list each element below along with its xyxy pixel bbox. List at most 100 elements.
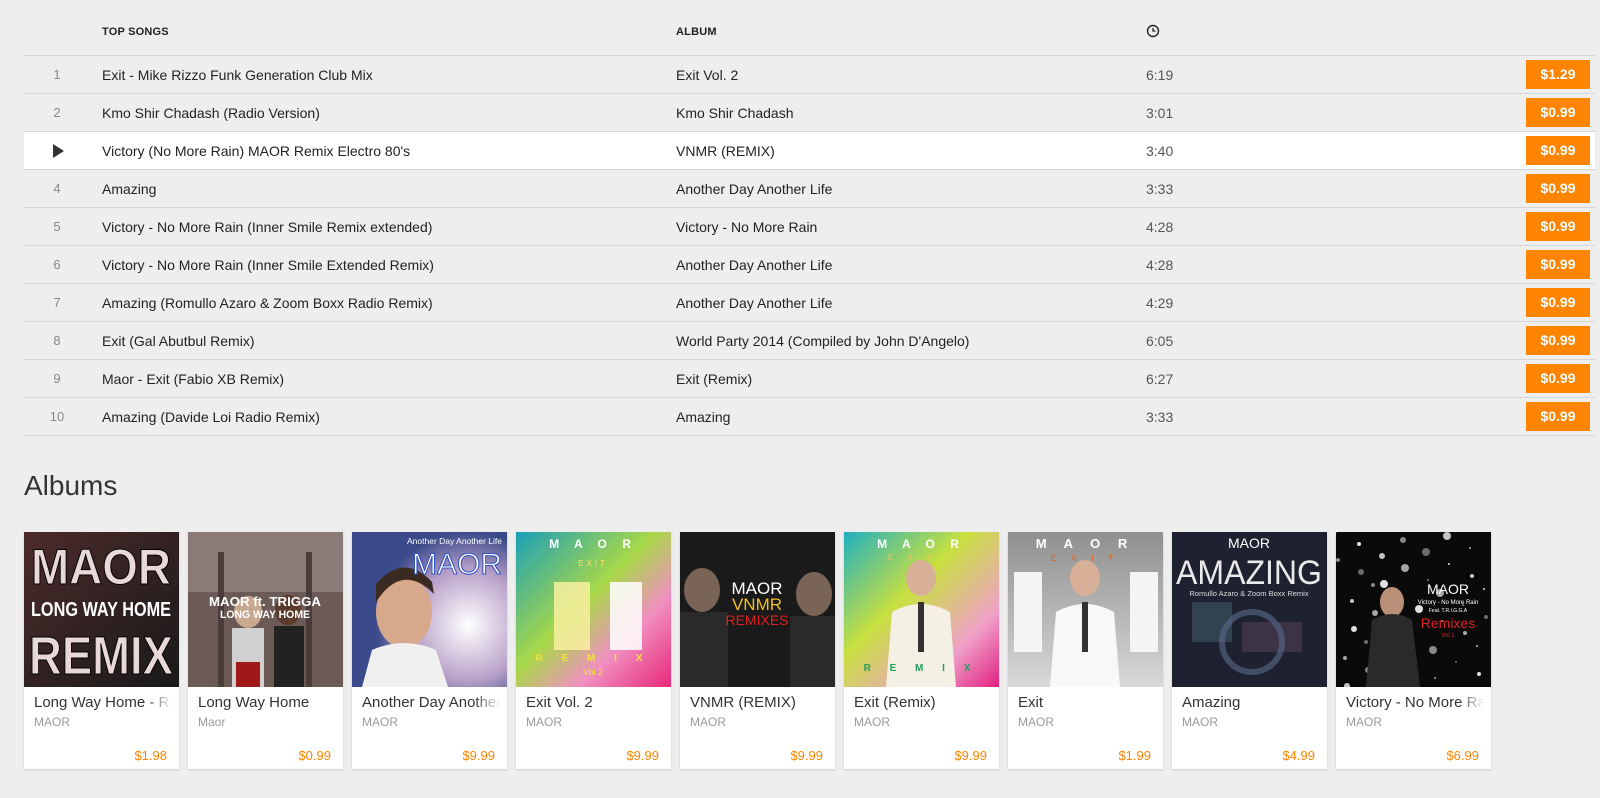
song-row[interactable]: 8 Exit (Gal Abutbul Remix) World Party 201… [24, 322, 1595, 360]
song-album[interactable]: World Party 2014 (Compiled by John D'Ang… [676, 333, 969, 349]
cover-text: E X I T [1050, 553, 1119, 563]
album-artist[interactable]: MAOR [690, 715, 726, 729]
song-title: Amazing (Davide Loi Radio Remix) [102, 409, 320, 425]
cover-text: M A O R [877, 537, 965, 551]
song-title: Amazing (Romullo Azaro & Zoom Boxx Radio… [102, 295, 433, 311]
album-price[interactable]: $9.99 [462, 748, 495, 763]
buy-song-button[interactable]: $0.99 [1526, 402, 1590, 431]
song-album[interactable]: VNMR (REMIX) [676, 143, 775, 159]
album-artist[interactable]: Maor [198, 715, 225, 729]
album-card[interactable]: MAOR ft. TRIGGA LONG WAY HOME Long Way Ho… [188, 532, 343, 769]
album-cover[interactable]: MAOR ft. TRIGGA LONG WAY HOME [188, 532, 343, 687]
song-duration: 4:28 [1146, 219, 1174, 235]
song-title: Victory - No More Rain (Inner Smile Exte… [102, 257, 434, 273]
album-price[interactable]: $6.99 [1446, 748, 1479, 763]
album-card[interactable]: M A O R E X I T R E M I X Exit (Remix) MAO… [844, 532, 999, 769]
buy-song-button[interactable]: $0.99 [1526, 174, 1590, 203]
track-number: 6 [53, 257, 61, 272]
buy-song-button[interactable]: $0.99 [1526, 136, 1590, 165]
header-album: ALBUM [676, 26, 717, 38]
song-album[interactable]: Exit (Remix) [676, 371, 752, 387]
album-cover[interactable]: M A O R EXIT R E M I X Vol 2 [516, 532, 671, 687]
album-cover[interactable]: M A O R E X I T R E M I X [844, 532, 999, 687]
album-card[interactable]: MAOR AMAZING Romullo Azaro & Zoom Boxx Rem… [1172, 532, 1327, 769]
album-title[interactable]: Amazing [1182, 694, 1320, 711]
song-album[interactable]: Amazing [676, 409, 730, 425]
song-row[interactable]: 1 Exit - Mike Rizzo Funk Generation Club … [24, 56, 1595, 94]
album-cover[interactable]: MAOR AMAZING Romullo Azaro & Zoom Boxx Rem… [1172, 532, 1327, 687]
track-number: 9 [53, 371, 61, 386]
album-price[interactable]: $0.99 [298, 748, 331, 763]
album-artist[interactable]: MAOR [526, 715, 562, 729]
album-card[interactable]: M A O R EXIT R E M I X Vol 2 Exit Vol. 2 MA… [516, 532, 671, 769]
song-album[interactable]: Another Day Another Life [676, 181, 832, 197]
song-row[interactable]: 6 Victory - No More Rain (Inner Smile Ext… [24, 246, 1595, 284]
album-title[interactable]: Exit Vol. 2 [526, 694, 664, 711]
album-cover[interactable]: MAOR VNMR REMIXES [680, 532, 835, 687]
album-card[interactable]: MAOR VNMR REMIXES VNMR (REMIX) MAOR $9.99 [680, 532, 835, 769]
song-album[interactable]: Another Day Another Life [676, 257, 832, 273]
album-artist[interactable]: MAOR [1018, 715, 1054, 729]
album-title[interactable]: Victory - No More Rain [1346, 694, 1484, 711]
song-row[interactable]: Victory (No More Rain) MAOR Remix Electr… [24, 132, 1595, 170]
album-artist[interactable]: MAOR [34, 715, 70, 729]
cover-text: MAOR ft. TRIGGA [209, 594, 322, 609]
album-cover-art: MAORVNMRREMIXES [680, 532, 835, 687]
buy-song-button[interactable]: $0.99 [1526, 98, 1590, 127]
song-album[interactable]: Victory - No More Rain [676, 219, 817, 235]
album-card[interactable]: Another Day Another Life MAOR Another Day… [352, 532, 507, 769]
album-price[interactable]: $1.98 [134, 748, 167, 763]
song-row[interactable]: 10 Amazing (Davide Loi Radio Remix) Amazin… [24, 398, 1595, 436]
track-number: 4 [53, 181, 61, 196]
song-album[interactable]: Another Day Another Life [676, 295, 832, 311]
album-title[interactable]: VNMR (REMIX) [690, 694, 828, 711]
top-songs-table: TOP SONGS ALBUM 1 Exit - Mike Rizzo Funk … [24, 14, 1595, 436]
song-row[interactable]: 5 Victory - No More Rain (Inner Smile Rem… [24, 208, 1595, 246]
song-row[interactable]: 2 Kmo Shir Chadash (Radio Version) Kmo Shi… [24, 94, 1595, 132]
album-cover[interactable]: M A O R E X I T [1008, 532, 1163, 687]
album-price[interactable]: $1.99 [1118, 748, 1151, 763]
buy-song-button[interactable]: $0.99 [1526, 288, 1590, 317]
album-cover[interactable]: MAOR LONG WAY HOME REMIX [24, 532, 179, 687]
album-card[interactable]: M A O R E X I T Exit MAOR $1.99 [1008, 532, 1163, 769]
music-store-page: TOP SONGS ALBUM 1 Exit - Mike Rizzo Funk … [0, 0, 1600, 798]
album-artist[interactable]: MAOR [362, 715, 398, 729]
header-top-songs: TOP SONGS [102, 26, 169, 38]
album-title[interactable]: Exit [1018, 694, 1156, 711]
buy-song-button[interactable]: $0.99 [1526, 326, 1590, 355]
track-number: 2 [53, 105, 61, 120]
buy-song-button[interactable]: $1.29 [1526, 60, 1590, 89]
album-cover[interactable]: Another Day Another Life MAOR [352, 532, 507, 687]
album-price[interactable]: $9.99 [790, 748, 823, 763]
song-album[interactable]: Exit Vol. 2 [676, 67, 738, 83]
album-title[interactable]: Long Way Home - Remix [34, 694, 172, 711]
song-row[interactable]: 4 Amazing Another Day Another Life 3:33 $0.9… [24, 170, 1595, 208]
album-artist[interactable]: MAOR [1346, 715, 1382, 729]
buy-song-button[interactable]: $0.99 [1526, 212, 1590, 241]
play-icon[interactable] [53, 144, 64, 158]
song-row[interactable]: 9 Maor - Exit (Fabio XB Remix) Exit (Remix… [24, 360, 1595, 398]
song-title: Maor - Exit (Fabio XB Remix) [102, 371, 285, 387]
song-album[interactable]: Kmo Shir Chadash [676, 105, 794, 121]
album-cover[interactable]: MAOR Victory - No More Rain Feat. T.R.I.G.… [1336, 532, 1491, 687]
cover-text: Victory - No More Rain [1418, 600, 1479, 606]
album-title[interactable]: Long Way Home [198, 694, 336, 711]
album-artist[interactable]: MAOR [1182, 715, 1218, 729]
album-title[interactable]: Another Day Another Life [362, 694, 500, 711]
buy-song-button[interactable]: $0.99 [1526, 250, 1590, 279]
album-price[interactable]: $9.99 [954, 748, 987, 763]
album-cover-art: M A O R EXIT R E M I X Vol 2 [516, 532, 671, 687]
buy-song-button[interactable]: $0.99 [1526, 364, 1590, 393]
album-artist[interactable]: MAOR [854, 715, 890, 729]
cover-text: E X I T [888, 553, 954, 562]
album-title[interactable]: Exit (Remix) [854, 694, 992, 711]
album-card[interactable]: MAOR LONG WAY HOME REMIX Long Way Home - R… [24, 532, 179, 769]
track-number: 5 [53, 219, 61, 234]
cover-text: R E M I X [536, 653, 651, 664]
album-card[interactable]: MAOR Victory - No More Rain Feat. T.R.I.G.… [1336, 532, 1491, 769]
albums-heading: Albums [24, 470, 118, 501]
album-price[interactable]: $4.99 [1282, 748, 1315, 763]
song-row[interactable]: 7 Amazing (Romullo Azaro & Zoom Boxx Radi… [24, 284, 1595, 322]
album-price[interactable]: $9.99 [626, 748, 659, 763]
cover-text: Remixes [1421, 615, 1475, 631]
